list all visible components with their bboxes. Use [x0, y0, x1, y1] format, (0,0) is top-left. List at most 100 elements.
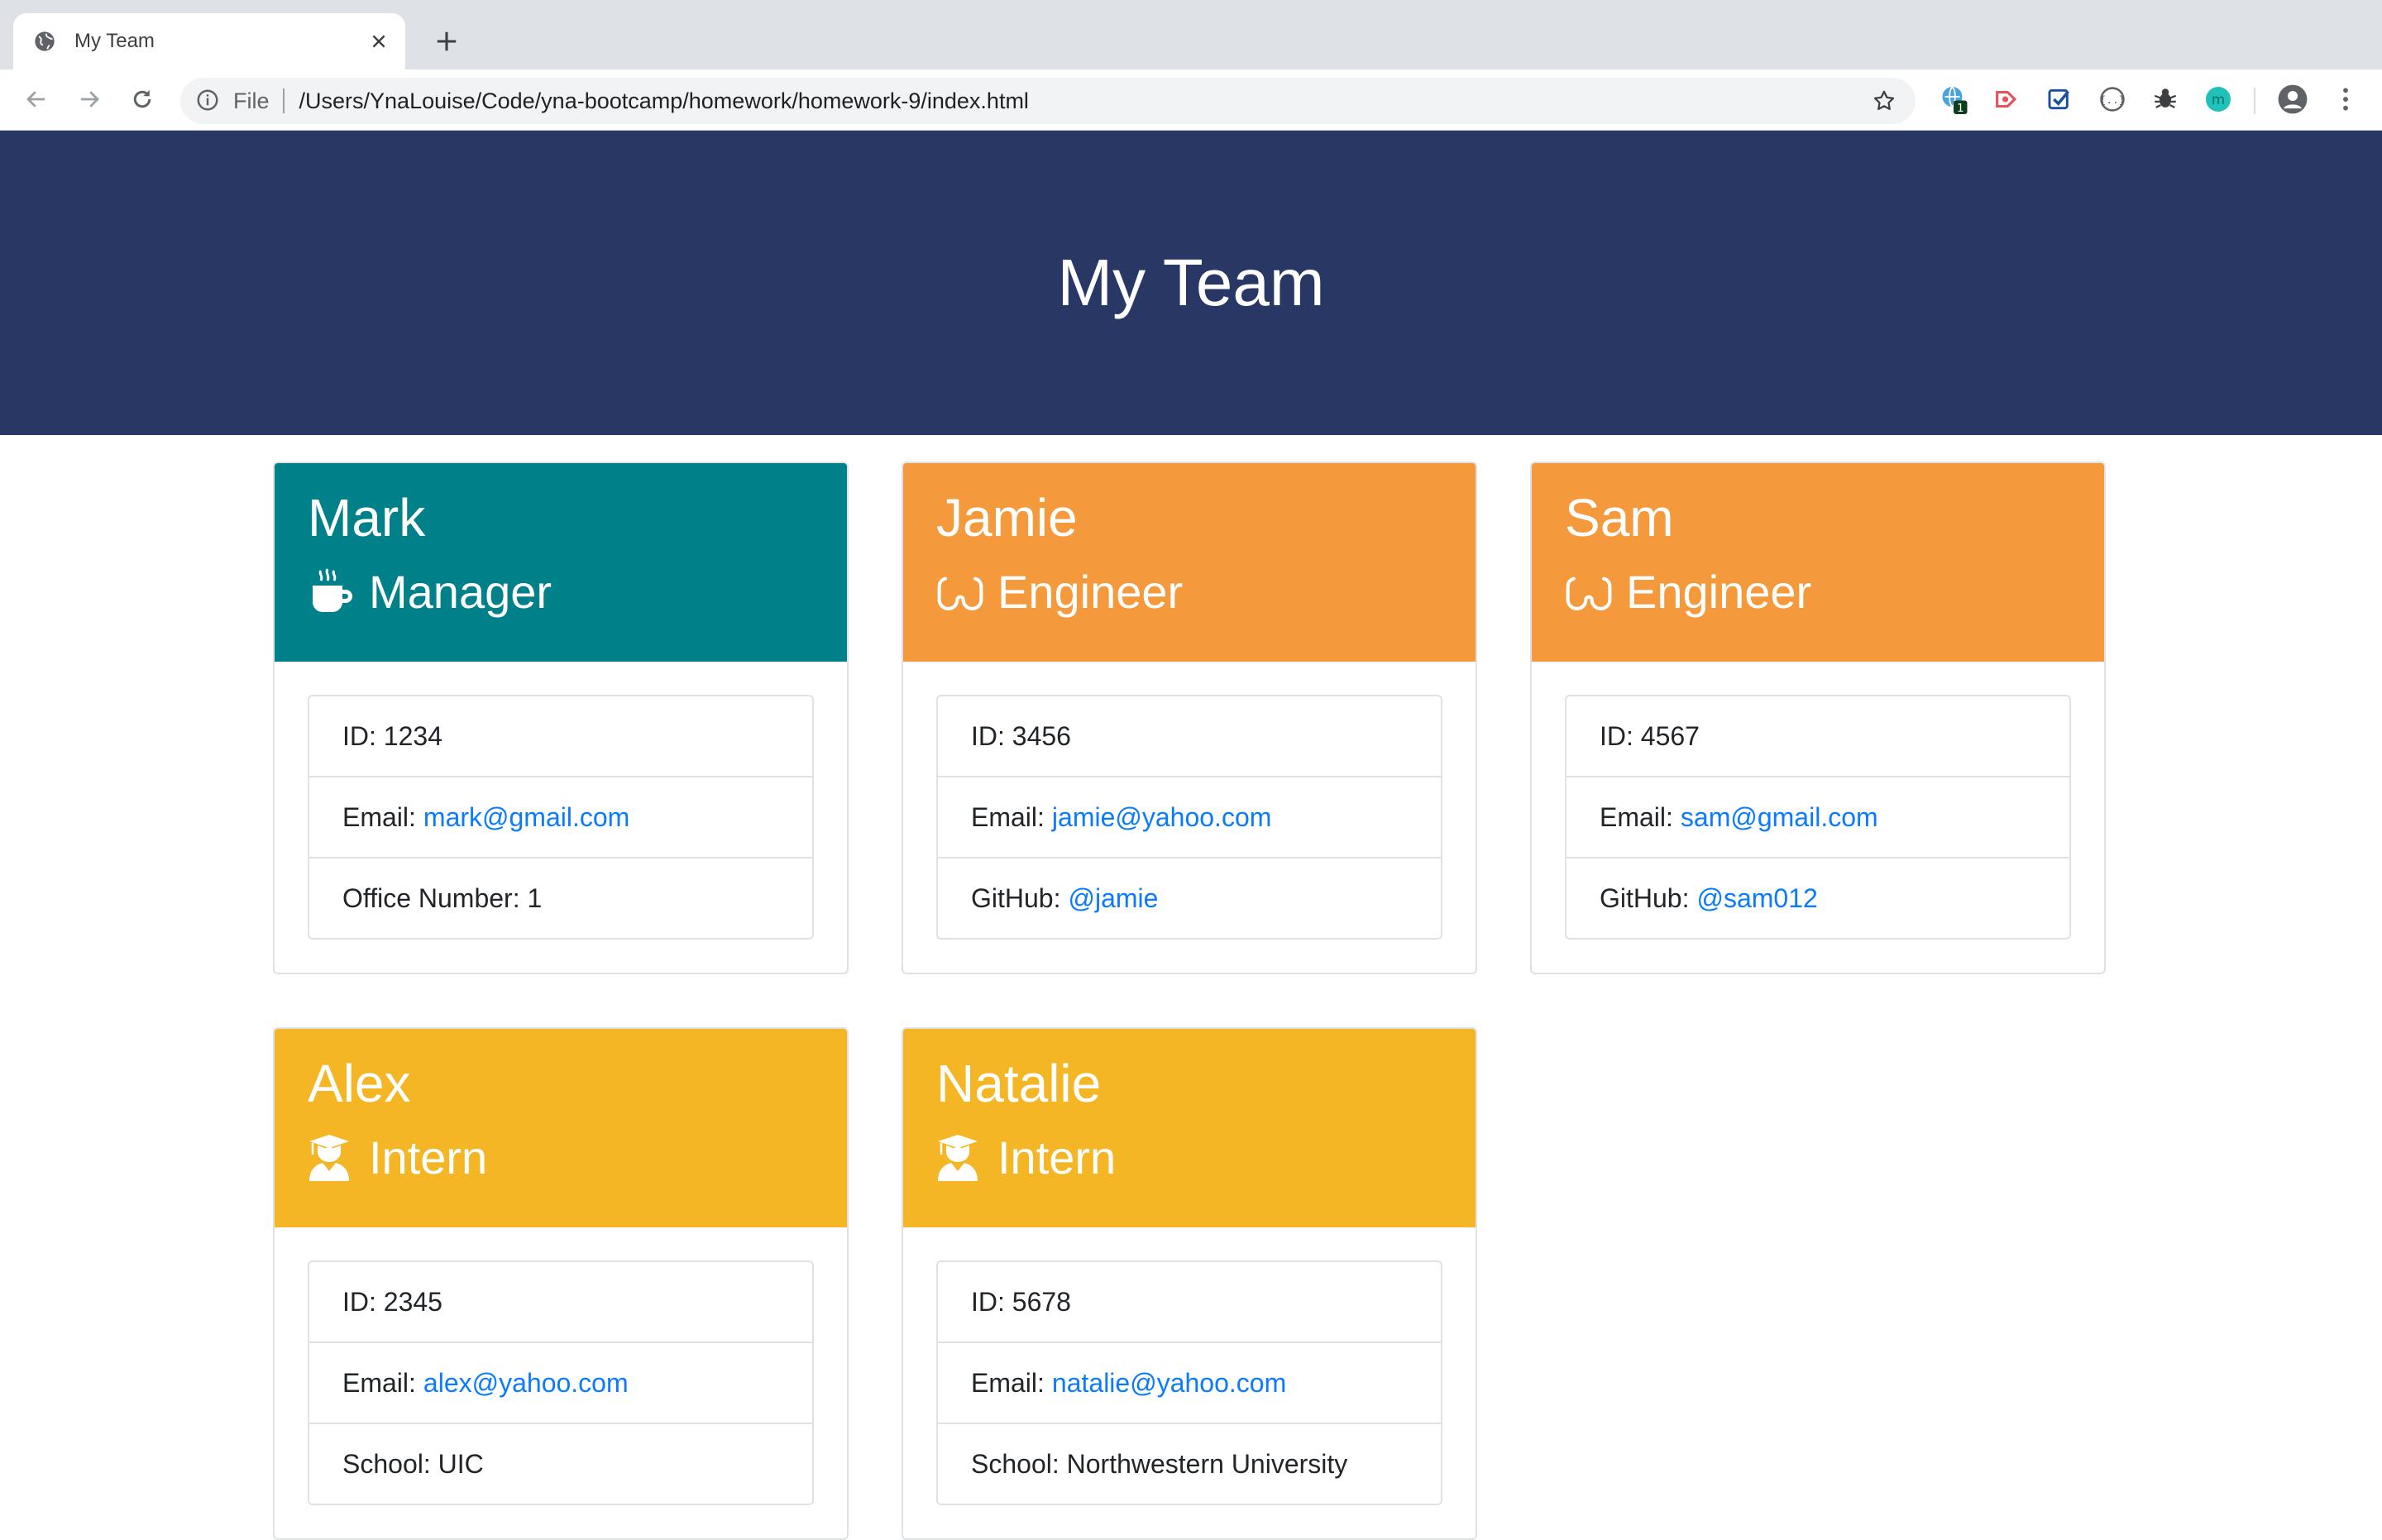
translate-extension-icon[interactable]: 1	[1937, 83, 1970, 116]
bug-extension-icon[interactable]	[2149, 83, 2182, 116]
email-label: Email:	[342, 801, 416, 832]
employee-role: Intern	[936, 1131, 1476, 1184]
role-label: Engineer	[997, 566, 1184, 618]
email-link[interactable]: jamie@yahoo.com	[1052, 802, 1271, 833]
office-row: Office Number: 1	[309, 858, 812, 938]
profile-avatar-icon[interactable]	[2276, 83, 2309, 116]
checkbox-extension-icon[interactable]	[2043, 83, 2076, 116]
role-label: Manager	[369, 566, 552, 618]
back-button[interactable]	[13, 76, 60, 122]
employee-role: Engineer	[936, 566, 1476, 619]
globe-icon	[33, 30, 56, 53]
github-label: GitHub:	[1600, 882, 1690, 913]
school-value: UIC	[438, 1448, 484, 1479]
card-body: ID: 1234 Email: mark@gmail.com Office Num…	[275, 662, 847, 973]
email-link[interactable]: sam@gmail.com	[1681, 802, 1878, 833]
jumbotron-header: My Team	[0, 131, 2382, 435]
school-row: School: Northwestern University	[938, 1424, 1441, 1504]
email-row: Email: jamie@yahoo.com	[938, 777, 1441, 858]
id-row: ID: 2345	[309, 1262, 812, 1343]
glasses-icon	[1565, 567, 1613, 617]
role-label: Intern	[369, 1131, 488, 1184]
card-header: Alex Intern	[275, 1029, 847, 1227]
card-header: Natalie Intern	[903, 1029, 1476, 1227]
new-tab-button[interactable]	[428, 23, 465, 60]
details-list: ID: 5678 Email: natalie@yahoo.com School:…	[936, 1260, 1442, 1505]
employee-role: Intern	[308, 1131, 847, 1184]
address-bar[interactable]: File /Users/YnaLouise/Code/yna-bootcamp/…	[180, 78, 1916, 124]
url-text[interactable]: /Users/YnaLouise/Code/yna-bootcamp/homew…	[299, 88, 1868, 114]
office-label: Office Number:	[342, 882, 520, 913]
details-list: ID: 4567 Email: sam@gmail.com GitHub: @sam…	[1565, 695, 2071, 940]
role-label: Engineer	[1626, 566, 1812, 618]
id-value: 4567	[1640, 720, 1700, 751]
github-row: GitHub: @jamie	[938, 858, 1441, 938]
json-extension-icon[interactable]: {..}	[2096, 83, 2129, 116]
mug-icon	[308, 567, 356, 617]
graduate-icon	[936, 1133, 984, 1183]
employee-card: Natalie Intern ID: 5678 Email: natalie@ya…	[902, 1027, 1477, 1540]
id-value: 1234	[383, 720, 442, 751]
id-row: ID: 3456	[938, 696, 1441, 777]
card-body: ID: 4567 Email: sam@gmail.com GitHub: @sam…	[1532, 662, 2104, 973]
github-label: GitHub:	[971, 882, 1061, 913]
email-row: Email: mark@gmail.com	[309, 777, 812, 858]
forward-button[interactable]	[66, 76, 112, 122]
glasses-icon	[936, 567, 984, 617]
email-row: Email: alex@yahoo.com	[309, 1343, 812, 1424]
employee-card: Alex Intern ID: 2345 Email: alex@yahoo.co…	[273, 1027, 849, 1540]
star-icon[interactable]	[1868, 84, 1901, 117]
email-label: Email:	[342, 1367, 416, 1398]
details-list: ID: 1234 Email: mark@gmail.com Office Num…	[308, 695, 814, 940]
close-icon[interactable]	[362, 25, 395, 58]
browser-tab[interactable]: My Team	[13, 13, 405, 69]
recorder-extension-icon[interactable]	[1990, 83, 2023, 116]
omnibox-divider	[282, 88, 285, 113]
id-row: ID: 1234	[309, 696, 812, 777]
id-label: ID:	[971, 720, 1005, 751]
info-icon[interactable]	[195, 88, 222, 114]
role-label: Intern	[997, 1131, 1117, 1184]
toolbar-divider	[2254, 88, 2255, 114]
page-title: My Team	[1057, 246, 1325, 319]
email-label: Email:	[1600, 801, 1673, 832]
graduate-icon	[308, 1133, 356, 1183]
menu-kebab-icon[interactable]	[2329, 83, 2362, 116]
school-value: Northwestern University	[1066, 1448, 1348, 1479]
card-body: ID: 3456 Email: jamie@yahoo.com GitHub: @j…	[903, 662, 1476, 973]
office-value: 1	[527, 882, 543, 913]
id-row: ID: 5678	[938, 1262, 1441, 1343]
employee-name: Jamie	[936, 488, 1078, 548]
svg-text:m: m	[2212, 92, 2225, 108]
email-label: Email:	[971, 1367, 1045, 1398]
card-body: ID: 2345 Email: alex@yahoo.com School: UI…	[275, 1227, 847, 1538]
scheme-label: File	[233, 88, 270, 113]
employee-card: Mark Manager ID: 1234 Email: mark@gmail.c…	[273, 462, 849, 974]
email-label: Email:	[971, 801, 1045, 832]
email-link[interactable]: alex@yahoo.com	[423, 1368, 629, 1399]
card-header: Sam Engineer	[1532, 463, 2104, 662]
svg-text:{..}: {..}	[2100, 94, 2126, 107]
employee-card: Sam Engineer ID: 4567 Email: sam@gmail.co…	[1530, 462, 2106, 974]
github-link[interactable]: @jamie	[1068, 883, 1158, 914]
id-label: ID:	[1600, 720, 1633, 751]
reload-button[interactable]	[119, 76, 165, 122]
id-value: 3456	[1012, 720, 1071, 751]
id-row: ID: 4567	[1566, 696, 2069, 777]
github-link[interactable]: @sam012	[1696, 883, 1817, 914]
id-label: ID:	[971, 1286, 1005, 1317]
school-label: School:	[342, 1448, 431, 1479]
employee-name: Alex	[308, 1054, 411, 1113]
card-header: Jamie Engineer	[903, 463, 1476, 662]
id-value: 2345	[383, 1286, 442, 1317]
browser-chrome: My Team File /Users/YnaLouise/Code/yna-b…	[0, 0, 2382, 131]
email-link[interactable]: natalie@yahoo.com	[1052, 1368, 1286, 1399]
details-list: ID: 3456 Email: jamie@yahoo.com GitHub: @j…	[936, 695, 1442, 940]
employee-name: Natalie	[936, 1054, 1102, 1113]
employee-role: Engineer	[1565, 566, 2104, 619]
tab-title: My Team	[74, 30, 155, 52]
m-extension-icon[interactable]: m	[2202, 83, 2235, 116]
employee-name: Sam	[1565, 488, 1674, 548]
email-link[interactable]: mark@gmail.com	[423, 802, 629, 833]
browser-toolbar: File /Users/YnaLouise/Code/yna-bootcamp/…	[0, 69, 2382, 130]
